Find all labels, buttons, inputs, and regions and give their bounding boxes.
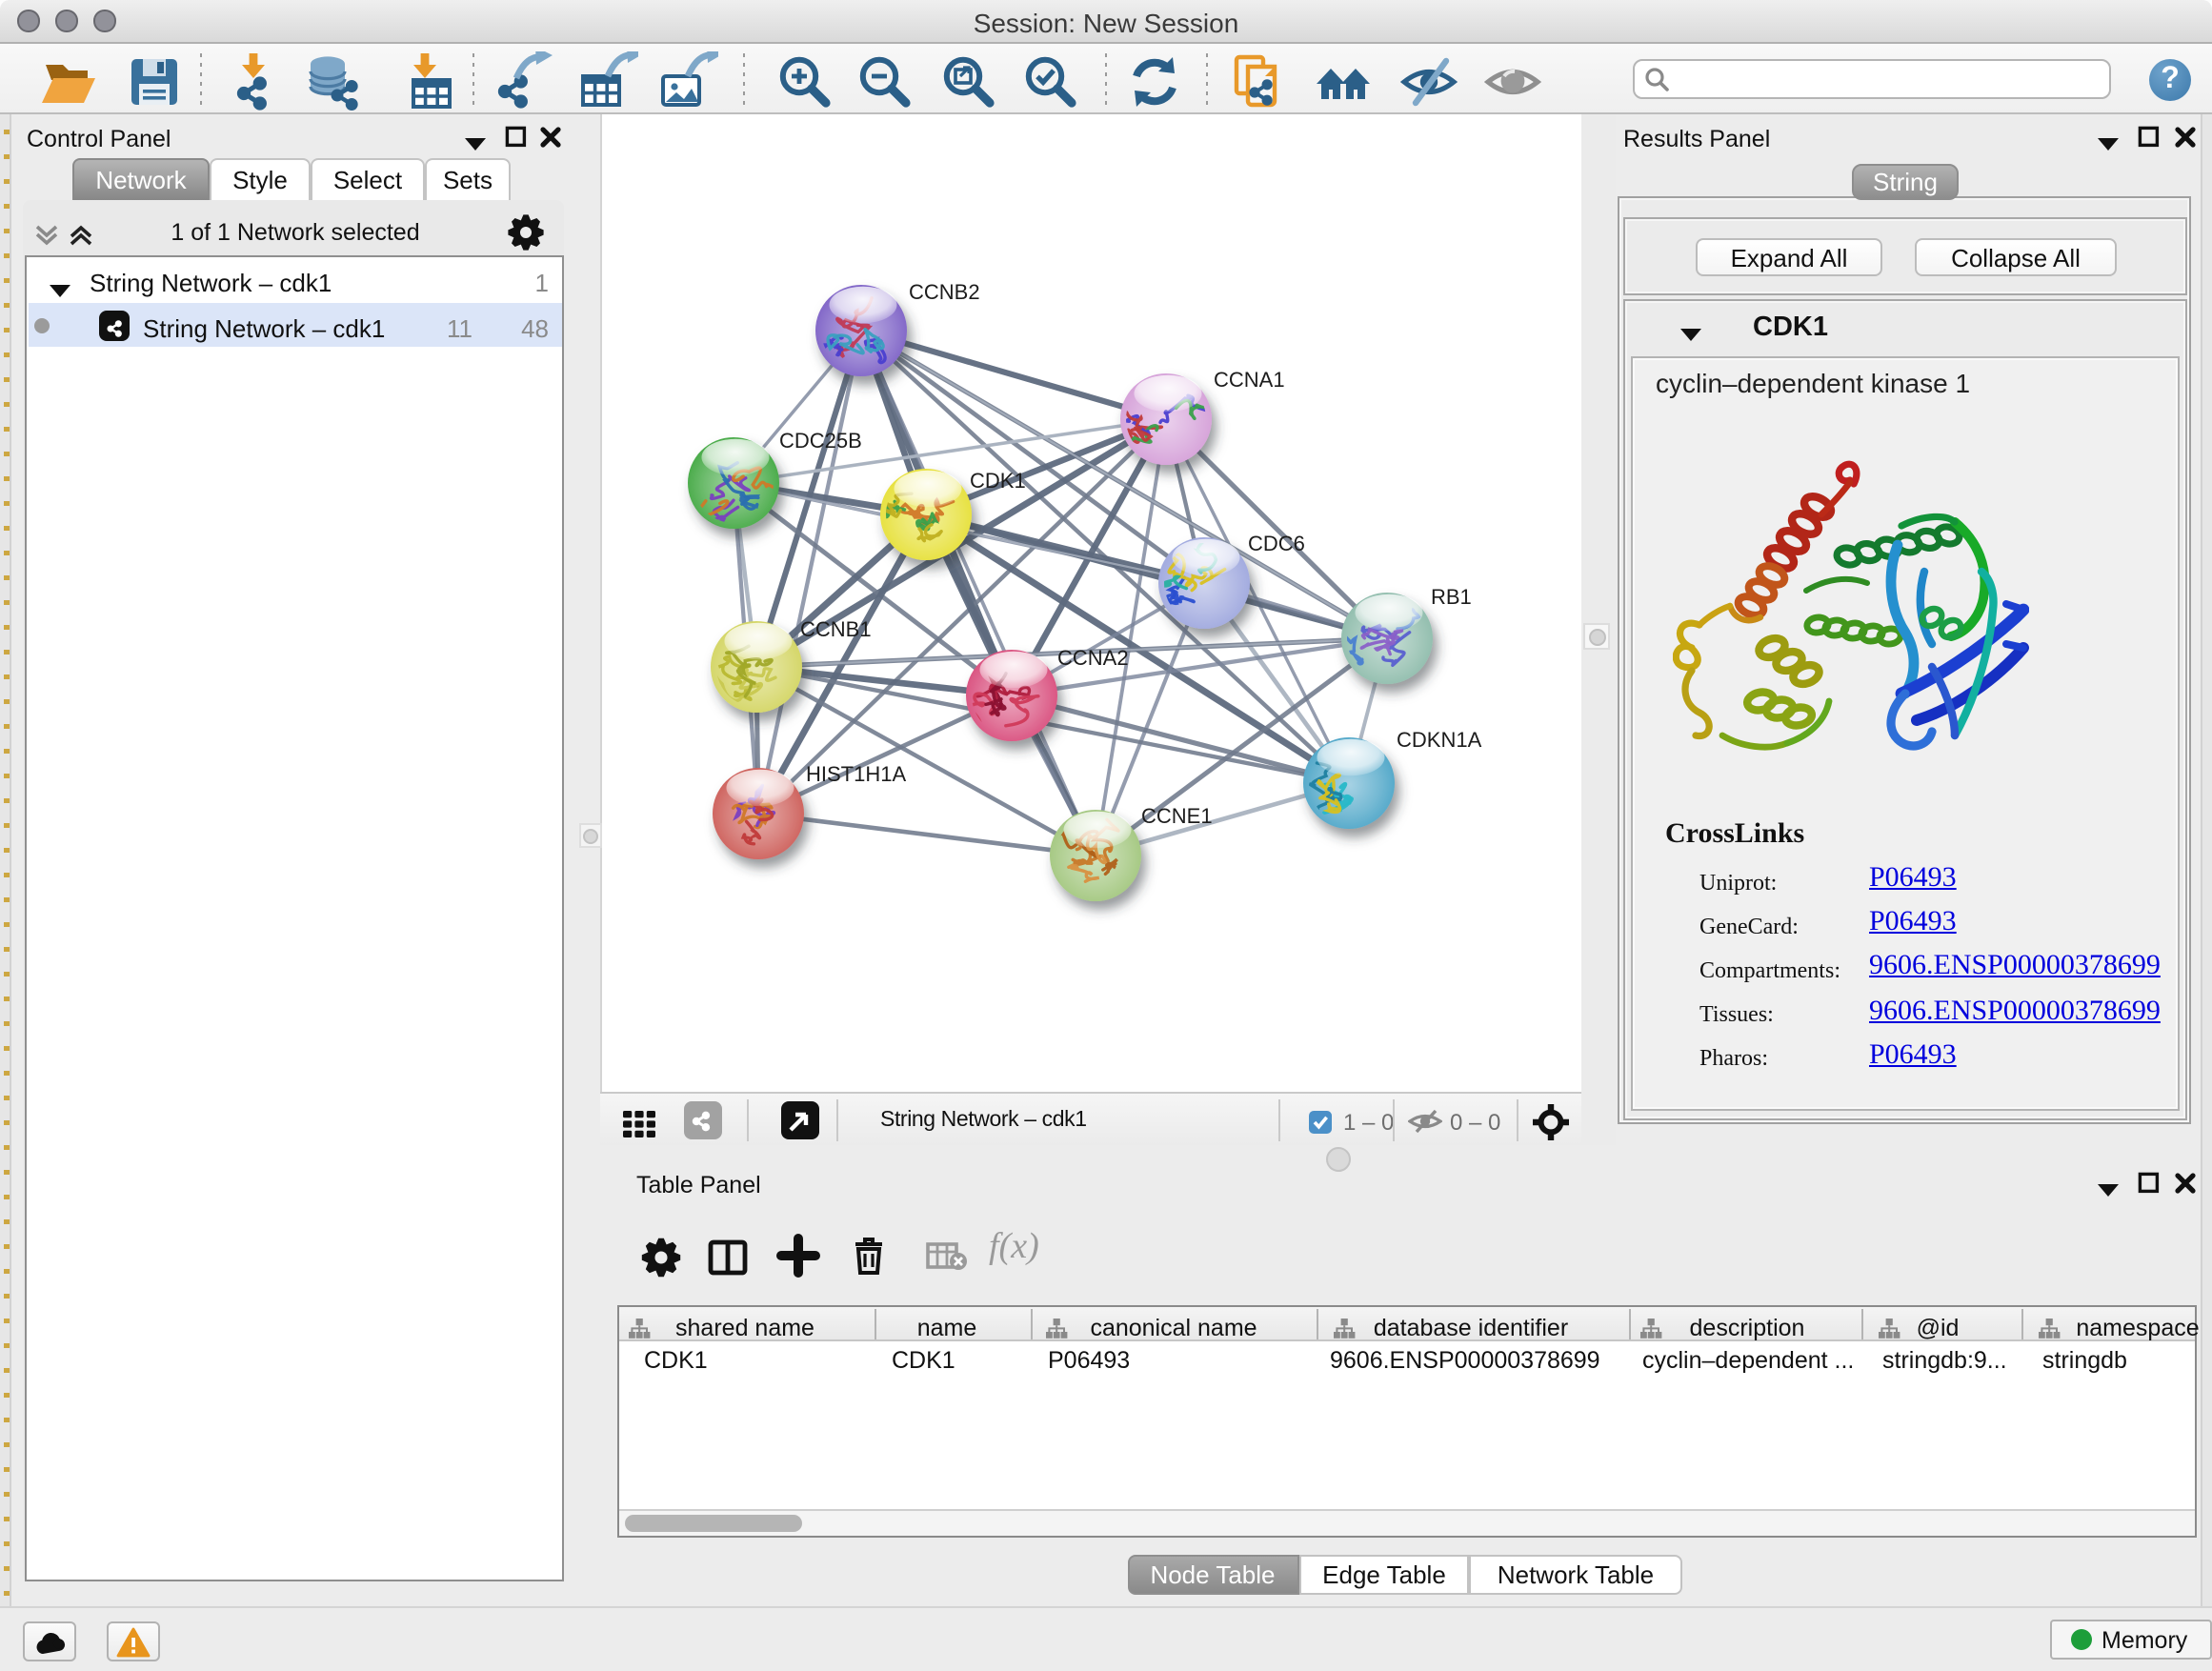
svg-text:CCNA1: CCNA1 xyxy=(1214,368,1285,392)
svg-text:CCNA2: CCNA2 xyxy=(1057,646,1129,670)
svg-text:HIST1H1A: HIST1H1A xyxy=(806,762,906,786)
svg-text:CDKN1A: CDKN1A xyxy=(1397,728,1482,752)
svg-text:CCNE1: CCNE1 xyxy=(1141,804,1213,828)
svg-text:CDC6: CDC6 xyxy=(1248,532,1305,555)
svg-text:CDK1: CDK1 xyxy=(970,469,1026,493)
svg-text:RB1: RB1 xyxy=(1431,585,1472,609)
svg-text:CCNB2: CCNB2 xyxy=(909,280,980,304)
svg-text:CCNB1: CCNB1 xyxy=(800,617,872,641)
svg-text:CDC25B: CDC25B xyxy=(779,429,862,453)
